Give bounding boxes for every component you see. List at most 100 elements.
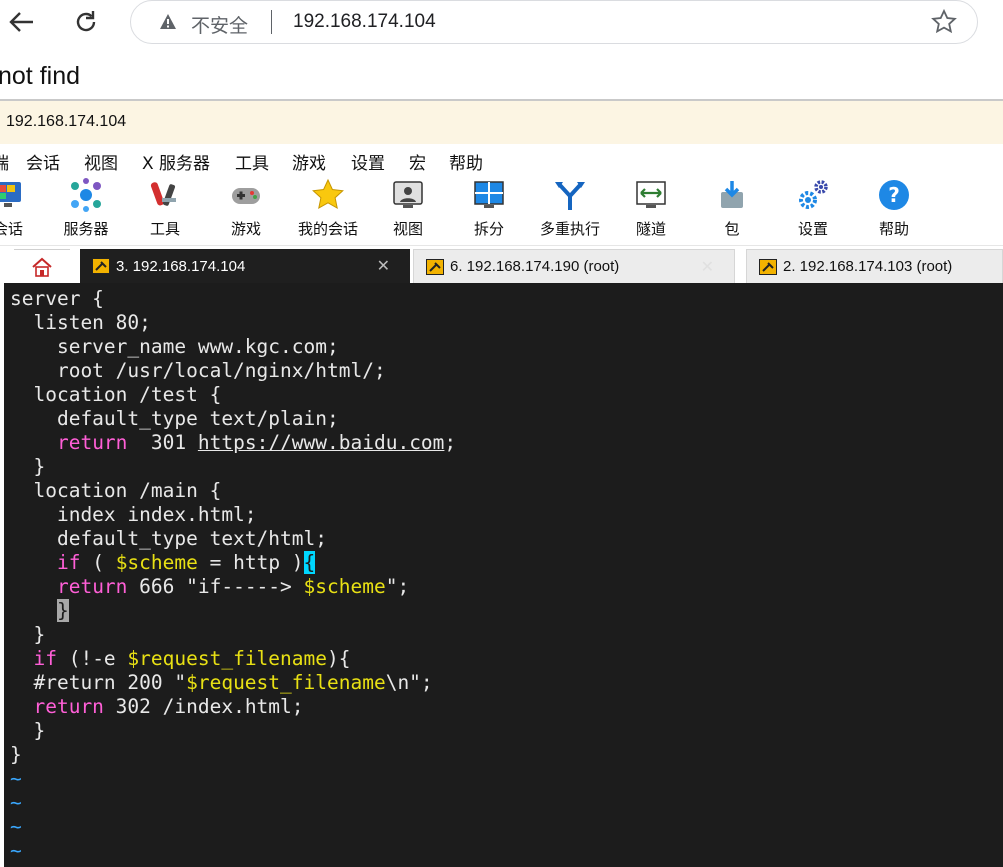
toolbar-view-button[interactable]: 视图 [378,178,438,242]
tunnel-icon [634,178,668,212]
settings-icon [796,178,830,212]
menu-xserver[interactable]: X 服务器 [142,149,210,174]
svg-text:?: ? [888,183,900,207]
terminal-line: server_name www.kgc.com; [10,335,339,358]
tools-icon [148,178,182,212]
terminal-line: ~ [10,839,22,862]
terminal-line: } [56,599,69,622]
back-arrow-icon [9,12,33,32]
tab-label: 2. 192.168.174.103 (root) [783,258,953,275]
toolbar-multiexec-button[interactable]: 多重执行 [534,178,606,242]
home-icon [32,257,52,277]
reload-icon [76,11,96,32]
screen: 不安全 192.168.174.104 not find 192.168.174… [0,0,1003,867]
toolbar-label: 会话 [0,220,23,238]
menu-games[interactable]: 游戏 [292,149,326,174]
app-title-bar: 192.168.174.104 [0,101,1003,144]
terminal-line: root /usr/local/nginx/html/; [10,359,386,382]
toolbar-label: 工具 [149,220,180,238]
terminal-line: return 666 "if-----> $scheme"; [56,575,410,598]
toolbar-label: 游戏 [230,220,261,238]
games-icon [229,178,263,212]
reload-button[interactable] [70,6,102,38]
servers-icon [69,178,103,212]
packages-icon [715,178,749,212]
menu-settings[interactable]: 设置 [351,149,385,174]
back-button[interactable] [6,6,38,38]
bookmark-star-icon[interactable] [931,9,957,35]
key-icon [92,258,110,274]
toolbar-label: 帮助 [878,220,909,238]
close-icon[interactable]: ✕ [377,256,390,276]
terminal-line: default_type text/html; [10,527,327,550]
menu-bar: 端 会话 视图 X 服务器 工具 游戏 设置 宏 帮助 [0,144,1003,174]
toolbar-settings-button[interactable]: 设置 [783,178,843,242]
page-error-text: not find [0,62,81,90]
toolbar-label: 我的会话 [297,220,358,238]
help-icon: ? [877,178,911,212]
menu-macros[interactable]: 宏 [409,149,426,174]
key-icon [759,258,777,275]
terminal-line: location /test { [10,383,222,406]
terminal-line: location /main { [10,479,222,502]
terminal-line: #return 200 "$request_filename\n"; [10,671,433,694]
key-icon [426,258,444,275]
split-icon [472,178,506,212]
menu-terminal[interactable]: 端 [0,149,9,174]
browser-toolbar: 不安全 192.168.174.104 [0,0,1003,46]
toolbar-label: 设置 [797,220,828,238]
menu-help[interactable]: 帮助 [449,149,483,174]
terminal-line: return 301 https://www.baidu.com; [56,431,457,454]
terminal-line: } [10,743,22,766]
toolbar-split-button[interactable]: 拆分 [459,178,519,242]
terminal-line: } [10,623,46,646]
address-bar[interactable]: 不安全 192.168.174.104 [130,0,978,44]
toolbar-label: 服务器 [63,220,109,238]
toolbar-label: 拆分 [473,220,504,238]
multiexec-icon [553,178,587,212]
tab-label: 6. 192.168.174.190 (root) [450,258,620,275]
terminal-line: ~ [10,815,22,838]
tab-session-104[interactable]: 3. 192.168.174.104 ✕ [80,249,410,283]
terminal-line: server { [10,287,104,310]
terminal-line: ~ [10,791,22,814]
sessions-icon [0,178,25,212]
tab-label: 3. 192.168.174.104 [116,257,246,275]
insecure-label: 不安全 [191,15,249,37]
terminal-line: listen 80; [10,311,151,334]
menu-sessions[interactable]: 会话 [26,149,60,174]
toolbar-label: 多重执行 [539,220,600,238]
toolbar-packages-button[interactable]: 包 [702,178,762,242]
toolbar-servers-button[interactable]: 服务器 [56,178,116,242]
url-text[interactable]: 192.168.174.104 [293,11,436,33]
toolbar-sessions-button[interactable]: 会话 [0,178,38,242]
toolbar-favorites-button[interactable]: 我的会话 [292,178,364,242]
tab-session-190[interactable]: 6. 192.168.174.190 (root) ✕ [413,249,735,283]
warning-icon [160,14,176,29]
tab-session-103[interactable]: 2. 192.168.174.103 (root) [746,249,1003,283]
close-icon[interactable]: ✕ [701,257,714,277]
toolbar-help-button[interactable]: ? 帮助 [864,178,924,242]
terminal-line: } [10,719,46,742]
address-separator [271,10,272,34]
toolbar-label: 包 [724,220,740,238]
session-tabs: 3. 192.168.174.104 ✕ 6. 192.168.174.190 … [0,246,1003,283]
menu-view[interactable]: 视图 [84,149,118,174]
terminal-line: return 302 /index.html; [33,695,304,718]
terminal-line: index index.html; [10,503,257,526]
terminal[interactable]: server { listen 80; server_name www.kgc.… [4,283,1003,867]
toolbar-label: 隧道 [635,220,666,238]
tab-home[interactable] [14,249,70,283]
menu-tools[interactable]: 工具 [235,149,269,174]
toolbar-games-button[interactable]: 游戏 [216,178,276,242]
toolbar: 会话 服务器 工具 游戏 我的会话 视图 拆分 多重执行 隧道 包 设置 ? 帮… [0,174,1003,246]
toolbar-tunnel-button[interactable]: 隧道 [621,178,681,242]
terminal-line: } [10,455,46,478]
view-icon [391,178,425,212]
toolbar-tools-button[interactable]: 工具 [135,178,195,242]
app-title: 192.168.174.104 [6,113,127,130]
toolbar-label: 视图 [392,220,423,238]
star-icon [311,178,345,212]
terminal-line: default_type text/plain; [10,407,339,430]
terminal-line: if ( $scheme = http ){ [56,551,316,574]
